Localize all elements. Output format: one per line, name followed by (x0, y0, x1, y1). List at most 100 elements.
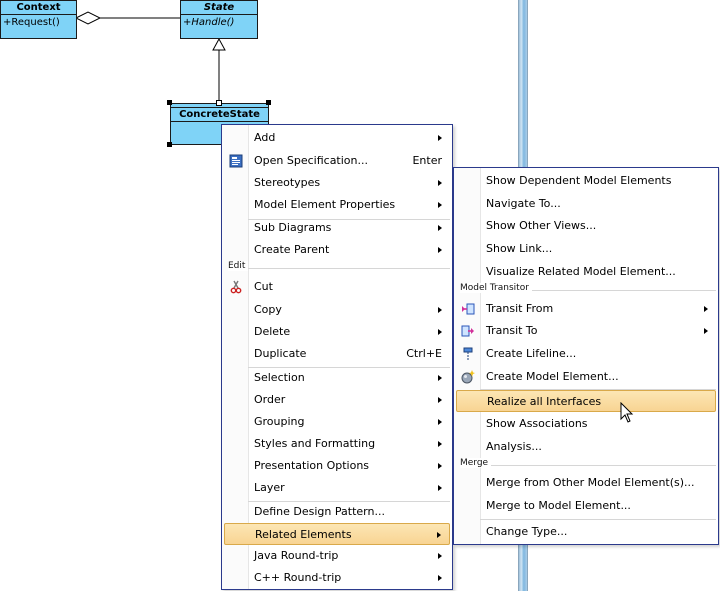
menu-item-label: Realize all Interfaces (487, 395, 602, 408)
menu-item-layer[interactable]: Layer (224, 477, 450, 499)
state-class[interactable]: State +Handle() (180, 0, 258, 39)
menu-item-define-design-pattern[interactable]: Define Design Pattern... (224, 501, 450, 523)
submenu-arrow-icon (438, 463, 442, 469)
menu-item-label: Show Other Views... (486, 219, 597, 232)
submenu-item-merge-from-other-model-elements[interactable]: Merge from Other Model Element(s)... (456, 472, 716, 494)
lifeline-icon (463, 347, 473, 360)
submenu-arrow-icon (438, 202, 442, 208)
menu-item-cut[interactable]: Cut (224, 276, 450, 298)
menu-item-open-specification[interactable]: Open Specification... Enter (224, 150, 450, 172)
menu-item-label: Visualize Related Model Element... (486, 265, 676, 278)
selection-handle[interactable] (266, 100, 271, 105)
merge-section-header: Merge (456, 458, 716, 471)
model-transitor-section-header: Model Transitor (456, 283, 716, 296)
section-title: Edit (228, 261, 249, 271)
submenu-item-analysis[interactable]: Analysis... (456, 436, 716, 458)
submenu-arrow-icon (438, 419, 442, 425)
menu-item-label: Change Type... (486, 525, 568, 538)
state-class-name: State (181, 1, 257, 15)
submenu-item-transit-to[interactable]: Transit To (456, 320, 716, 342)
menu-item-label: Define Design Pattern... (254, 505, 385, 518)
section-divider (228, 268, 450, 269)
menu-item-java-round-trip[interactable]: Java Round-trip (224, 545, 450, 567)
menu-item-label: Java Round-trip (254, 549, 339, 562)
submenu-arrow-icon (438, 441, 442, 447)
menu-item-order[interactable]: Order (224, 389, 450, 411)
menu-item-label: Styles and Formatting (254, 437, 376, 450)
submenu-item-show-other-views[interactable]: Show Other Views... (456, 215, 716, 237)
context-class-operation: +Request() (3, 17, 60, 28)
submenu-item-create-lifeline[interactable]: Create Lifeline... (456, 343, 716, 365)
menu-item-label: Cut (254, 280, 273, 293)
menu-item-label: Transit To (486, 324, 538, 337)
menu-item-delete[interactable]: Delete (224, 321, 450, 343)
menu-item-label: Show Associations (486, 417, 588, 430)
submenu-arrow-icon (438, 553, 442, 559)
menu-item-label: Analysis... (486, 440, 542, 453)
submenu-arrow-icon (438, 307, 442, 313)
menu-item-label: Stereotypes (254, 176, 321, 189)
mouse-pointer-icon (620, 402, 634, 423)
submenu-item-create-model-element[interactable]: Create Model Element... (456, 366, 716, 388)
selection-handle[interactable] (167, 142, 172, 147)
submenu-item-show-dependent-model-elements[interactable]: Show Dependent Model Elements (456, 170, 716, 192)
submenu-arrow-icon (438, 375, 442, 381)
related-elements-submenu: Show Dependent Model Elements Navigate T… (453, 167, 719, 545)
menu-item-model-element-properties[interactable]: Model Element Properties (224, 194, 450, 216)
submenu-item-navigate-to[interactable]: Navigate To... (456, 193, 716, 215)
menu-item-label: Navigate To... (486, 197, 561, 210)
model-element-icon (461, 370, 475, 384)
submenu-item-merge-to-model-element[interactable]: Merge to Model Element... (456, 495, 716, 517)
menu-item-copy[interactable]: Copy (224, 299, 450, 321)
selection-handle[interactable] (216, 100, 222, 106)
submenu-arrow-icon (438, 575, 442, 581)
menu-item-sub-diagrams[interactable]: Sub Diagrams (224, 217, 450, 239)
context-class-name: Context (1, 1, 76, 15)
section-title: Merge (460, 458, 492, 468)
menu-item-label: Add (254, 131, 276, 144)
menu-item-grouping[interactable]: Grouping (224, 411, 450, 433)
submenu-item-change-type[interactable]: Change Type... (456, 521, 716, 543)
menu-item-label: Sub Diagrams (254, 221, 332, 234)
context-class[interactable]: Context +Request() (0, 0, 77, 39)
submenu-arrow-icon (438, 180, 442, 186)
concrete-state-class-name: ConcreteState (171, 107, 268, 122)
submenu-item-visualize-related-model-element[interactable]: Visualize Related Model Element... (456, 261, 716, 283)
context-menu: Add Open Specification... Enter Stereoty… (221, 124, 453, 590)
menu-item-stereotypes[interactable]: Stereotypes (224, 172, 450, 194)
menu-item-label: Duplicate (254, 347, 307, 360)
selection-handle[interactable] (167, 100, 172, 105)
menu-item-cpp-round-trip[interactable]: C++ Round-trip (224, 567, 450, 589)
menu-item-related-elements[interactable]: Related Elements (224, 523, 450, 545)
transit-from-icon (462, 303, 475, 315)
submenu-arrow-icon (438, 485, 442, 491)
menu-item-create-parent[interactable]: Create Parent (224, 239, 450, 261)
menu-separator (480, 519, 716, 520)
submenu-item-transit-from[interactable]: Transit From (456, 298, 716, 320)
menu-item-label: Copy (254, 303, 282, 316)
submenu-arrow-icon (437, 532, 441, 538)
menu-item-label: Grouping (254, 415, 305, 428)
submenu-arrow-icon (438, 247, 442, 253)
menu-item-label: Order (254, 393, 286, 406)
menu-item-label: Create Lifeline... (486, 347, 577, 360)
submenu-item-realize-all-interfaces[interactable]: Realize all Interfaces (456, 390, 716, 412)
submenu-arrow-icon (704, 306, 708, 312)
menu-item-selection[interactable]: Selection (224, 367, 450, 389)
menu-item-styles-and-formatting[interactable]: Styles and Formatting (224, 433, 450, 455)
menu-item-label: Open Specification... (254, 154, 368, 167)
menu-item-shortcut: Enter (412, 154, 442, 167)
submenu-item-show-associations[interactable]: Show Associations (456, 413, 716, 435)
menu-item-add[interactable]: Add (224, 127, 450, 149)
scissors-icon (230, 280, 242, 294)
menu-item-label: Merge to Model Element... (486, 499, 631, 512)
menu-item-label: Merge from Other Model Element(s)... (486, 476, 695, 489)
edit-section-header: Edit (224, 261, 450, 274)
menu-item-label: Selection (254, 371, 305, 384)
menu-item-duplicate[interactable]: Duplicate Ctrl+E (224, 343, 450, 365)
menu-item-label: Create Parent (254, 243, 330, 256)
submenu-item-show-link[interactable]: Show Link... (456, 238, 716, 260)
state-class-operation: +Handle() (183, 17, 235, 28)
menu-item-presentation-options[interactable]: Presentation Options (224, 455, 450, 477)
submenu-arrow-icon (438, 225, 442, 231)
